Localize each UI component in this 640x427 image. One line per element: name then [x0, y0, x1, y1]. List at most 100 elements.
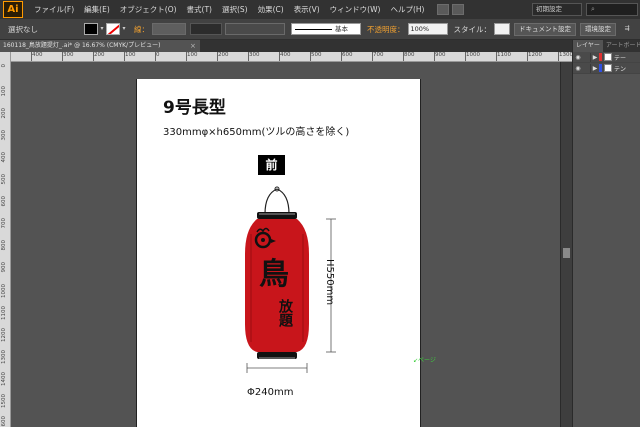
lantern-sub-text: 放題: [277, 298, 294, 328]
layer-thumbnail: [604, 53, 612, 61]
layer-name[interactable]: テー: [614, 53, 626, 62]
menu-object[interactable]: オブジェクト(O): [115, 4, 182, 15]
ruler-tick-label: 700: [373, 52, 384, 58]
ruler-tick-mark: [155, 52, 156, 61]
visibility-eye-icon[interactable]: ◉: [573, 54, 583, 61]
ruler-tick-mark: [341, 52, 342, 61]
ruler-tick-label: 200: [94, 52, 105, 58]
ruler-tick-label: 200: [1, 108, 7, 119]
ruler-tick-label: 0: [156, 52, 160, 58]
menu-edit[interactable]: 編集(E): [79, 4, 115, 15]
search-input[interactable]: ⌕: [586, 3, 638, 16]
menu-effect[interactable]: 効果(C): [253, 4, 289, 15]
close-tab-icon[interactable]: ×: [190, 40, 196, 52]
ruler-tick-mark: [310, 52, 311, 61]
menu-help[interactable]: ヘルプ(H): [385, 4, 429, 15]
ruler-tick-label: 1500: [1, 394, 7, 408]
brush-field[interactable]: [225, 23, 285, 35]
menu-select[interactable]: 選択(S): [217, 4, 253, 15]
stroke-swatch[interactable]: [106, 23, 120, 35]
layer-color-swatch: [599, 53, 602, 61]
vertical-scrollbar[interactable]: [560, 62, 572, 427]
layer-row[interactable]: ◉ ▶ テン: [573, 63, 640, 74]
menu-file[interactable]: ファイル(F): [29, 4, 79, 15]
canvas[interactable]: 9号長型 330mmφ×h650mm(ツルの高さを除く) 前 鳥 放題 H550…: [11, 62, 572, 427]
page-label: ↙ページ: [413, 355, 436, 364]
document-tab[interactable]: 160118_鳥放題提灯_.ai* @ 16.67% (CMYK/プレビュー): [0, 40, 200, 52]
ruler-tick-label: 900: [1, 262, 7, 273]
bridge-icon[interactable]: [437, 4, 450, 15]
ruler-tick-mark: [186, 52, 187, 61]
ruler-tick-mark: [31, 52, 32, 61]
variable-width-field[interactable]: [190, 23, 222, 35]
fill-dropdown-icon[interactable]: ▾: [98, 23, 106, 35]
workspace-switcher[interactable]: 初期設定: [532, 3, 582, 16]
ruler-tick-mark: [372, 52, 373, 61]
front-label: 前: [258, 155, 285, 175]
artboard[interactable]: 9号長型 330mmφ×h650mm(ツルの高さを除く) 前 鳥 放題 H550…: [136, 79, 421, 427]
lantern-illustration[interactable]: 鳥 放題: [227, 184, 357, 384]
layer-row[interactable]: ◉ ▶ テー: [573, 52, 640, 63]
ruler-tick-label: 1100: [1, 306, 7, 320]
menu-view[interactable]: 表示(V): [289, 4, 325, 15]
stroke-weight-field[interactable]: [152, 23, 186, 35]
ruler-tick-label: 900: [435, 52, 446, 58]
search-icon: ⌕: [591, 5, 595, 13]
opacity-label[interactable]: 不透明度：: [367, 24, 405, 35]
stroke-label[interactable]: 線：: [134, 24, 149, 35]
ruler-tick-mark: [248, 52, 249, 61]
selection-status: 選択なし: [8, 24, 38, 34]
layers-panel-tabs: レイヤー アートボード: [573, 40, 640, 52]
ruler-tick-label: 300: [1, 130, 7, 141]
ruler-tick-label: 100: [125, 52, 136, 58]
ruler-tick-mark: [93, 52, 94, 61]
tab-layers[interactable]: レイヤー: [573, 40, 603, 52]
ruler-tick-label: 500: [1, 174, 7, 185]
ruler-tick-label: 1000: [1, 284, 7, 298]
ruler-tick-label: 800: [1, 240, 7, 251]
lantern-handle: [264, 188, 290, 215]
ruler-tick-label: 800: [404, 52, 415, 58]
ruler-tick-label: 100: [1, 86, 7, 97]
product-title: 9号長型: [163, 98, 226, 118]
ruler-tick-mark: [434, 52, 435, 61]
ruler-tick-mark: [496, 52, 497, 61]
menu-bar: Ai ファイル(F) 編集(E) オブジェクト(O) 書式(T) 選択(S) 効…: [0, 0, 640, 19]
menu-type[interactable]: 書式(T): [182, 4, 217, 15]
document-tab-title: 160118_鳥放題提灯_.ai* @ 16.67% (CMYK/プレビュー): [3, 42, 161, 49]
stroke-style-select[interactable]: 基本: [291, 23, 361, 35]
style-swatch[interactable]: [494, 23, 510, 35]
layer-thumbnail: [604, 64, 612, 72]
ruler-tick-label: 1300: [1, 350, 7, 364]
illustrator-window: Ai ファイル(F) 編集(E) オブジェクト(O) 書式(T) 選択(S) 効…: [0, 0, 640, 427]
expand-triangle-icon[interactable]: ▶: [591, 54, 599, 61]
ruler-tick-mark: [279, 52, 280, 61]
expand-triangle-icon[interactable]: ▶: [591, 65, 599, 72]
ruler-tick-label: 600: [1, 196, 7, 207]
ruler-tick-mark: [403, 52, 404, 61]
stroke-style-label: 基本: [335, 25, 348, 33]
ruler-tick-label: 1200: [1, 328, 7, 342]
lock-toggle[interactable]: [583, 52, 591, 62]
scrollbar-thumb[interactable]: [563, 248, 570, 258]
ruler-tick-label: 1300: [559, 52, 572, 58]
arrange-documents-icon[interactable]: [452, 4, 465, 15]
horizontal-ruler[interactable]: 400 300 200 100 0 100 200 300 400 500 600 700 800 900…: [11, 52, 572, 62]
style-label: スタイル：: [453, 24, 492, 34]
opacity-input[interactable]: 100%: [407, 23, 448, 35]
tab-artboards[interactable]: アートボード: [603, 40, 640, 52]
stroke-dropdown-icon[interactable]: ▾: [120, 23, 128, 35]
ruler-tick-label: 1400: [1, 372, 7, 386]
ruler-tick-label: 600: [342, 52, 353, 58]
lock-toggle[interactable]: [583, 63, 591, 73]
layer-name[interactable]: テン: [614, 64, 626, 73]
menu-icons: [437, 4, 465, 15]
arrange-panel-icon[interactable]: ⇶: [620, 23, 634, 35]
visibility-eye-icon[interactable]: ◉: [573, 65, 583, 72]
vertical-ruler[interactable]: 0 100 200 300 400 500 600 700 800 900 1000 1100 1200…: [0, 52, 11, 427]
menu-window[interactable]: ウィンドウ(W): [325, 4, 386, 15]
preferences-button[interactable]: 環境設定: [580, 22, 616, 36]
layer-color-swatch: [599, 64, 602, 72]
document-settings-button[interactable]: ドキュメント設定: [514, 22, 576, 36]
fill-swatch[interactable]: [84, 23, 98, 35]
